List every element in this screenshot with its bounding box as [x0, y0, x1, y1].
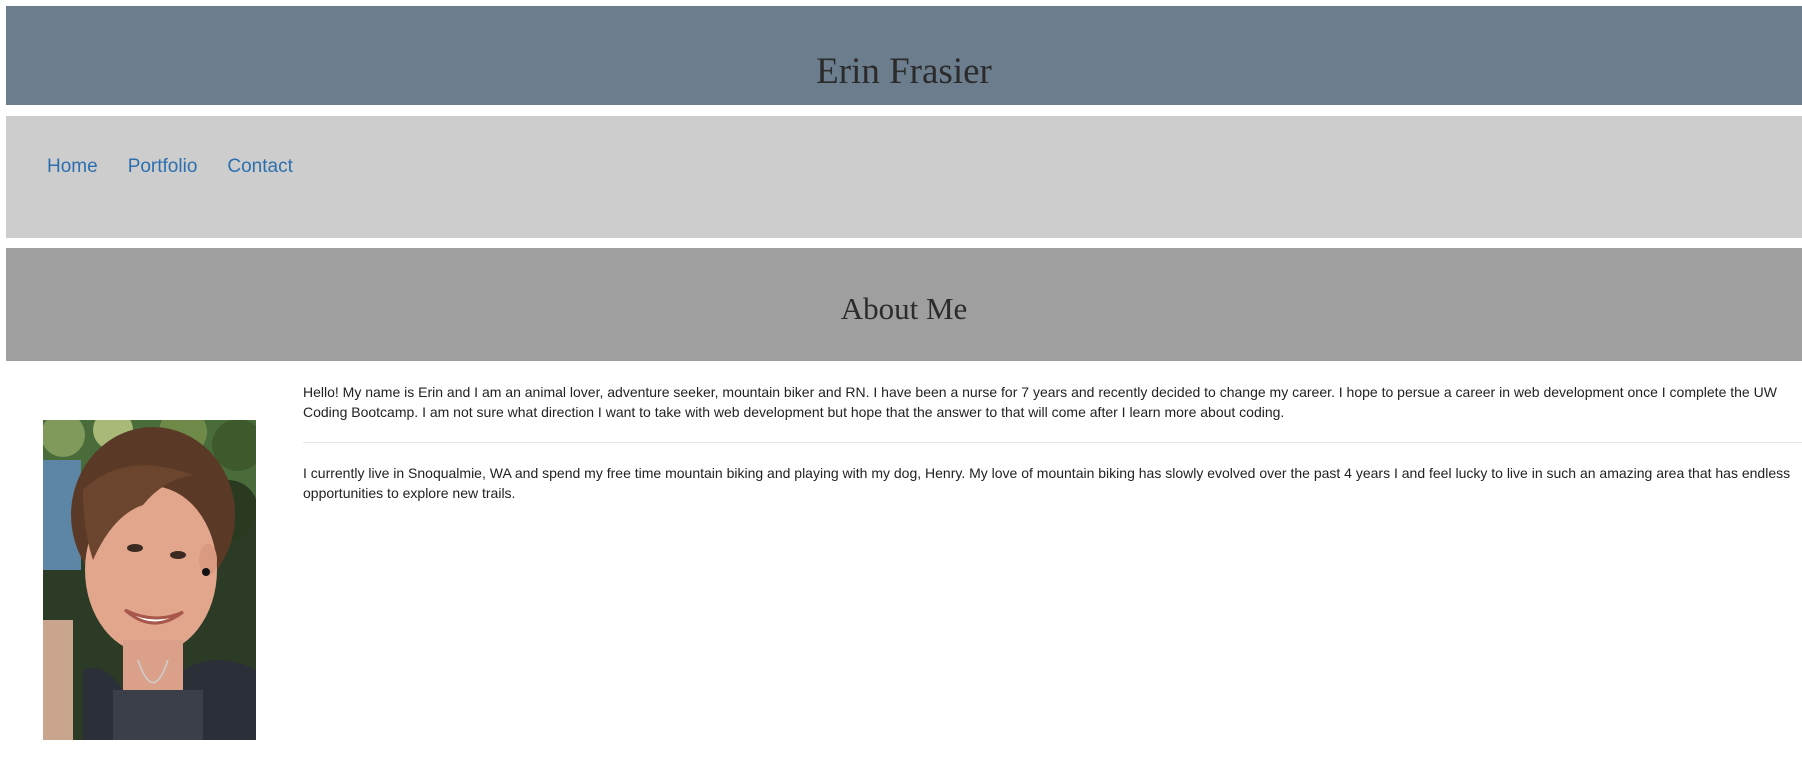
bio-divider [303, 442, 1802, 443]
nav-bar: Home Portfolio Contact [6, 116, 1802, 238]
nav-link-contact[interactable]: Contact [227, 156, 292, 178]
bio-paragraph-location: I currently live in Snoqualmie, WA and s… [303, 465, 1791, 501]
about-title: About Me [840, 291, 968, 326]
site-header: Erin Frasier [6, 6, 1802, 105]
nav-list: Home Portfolio Contact [47, 156, 323, 178]
profile-photo [43, 420, 256, 740]
bio-paragraph-intro: Hello! My name is Erin and I am an anima… [303, 384, 1777, 420]
nav-item-portfolio: Portfolio [128, 156, 228, 178]
about-banner: About Me [6, 248, 1802, 361]
bio: Hello! My name is Erin and I am an anima… [303, 382, 1802, 503]
nav-link-portfolio[interactable]: Portfolio [128, 156, 198, 178]
nav-item-home: Home [47, 156, 128, 178]
site-title: Erin Frasier [816, 51, 992, 92]
nav-item-contact: Contact [227, 156, 322, 178]
nav-link-home[interactable]: Home [47, 156, 98, 178]
page: Erin Frasier Home Portfolio Contact Abou… [0, 0, 1802, 773]
